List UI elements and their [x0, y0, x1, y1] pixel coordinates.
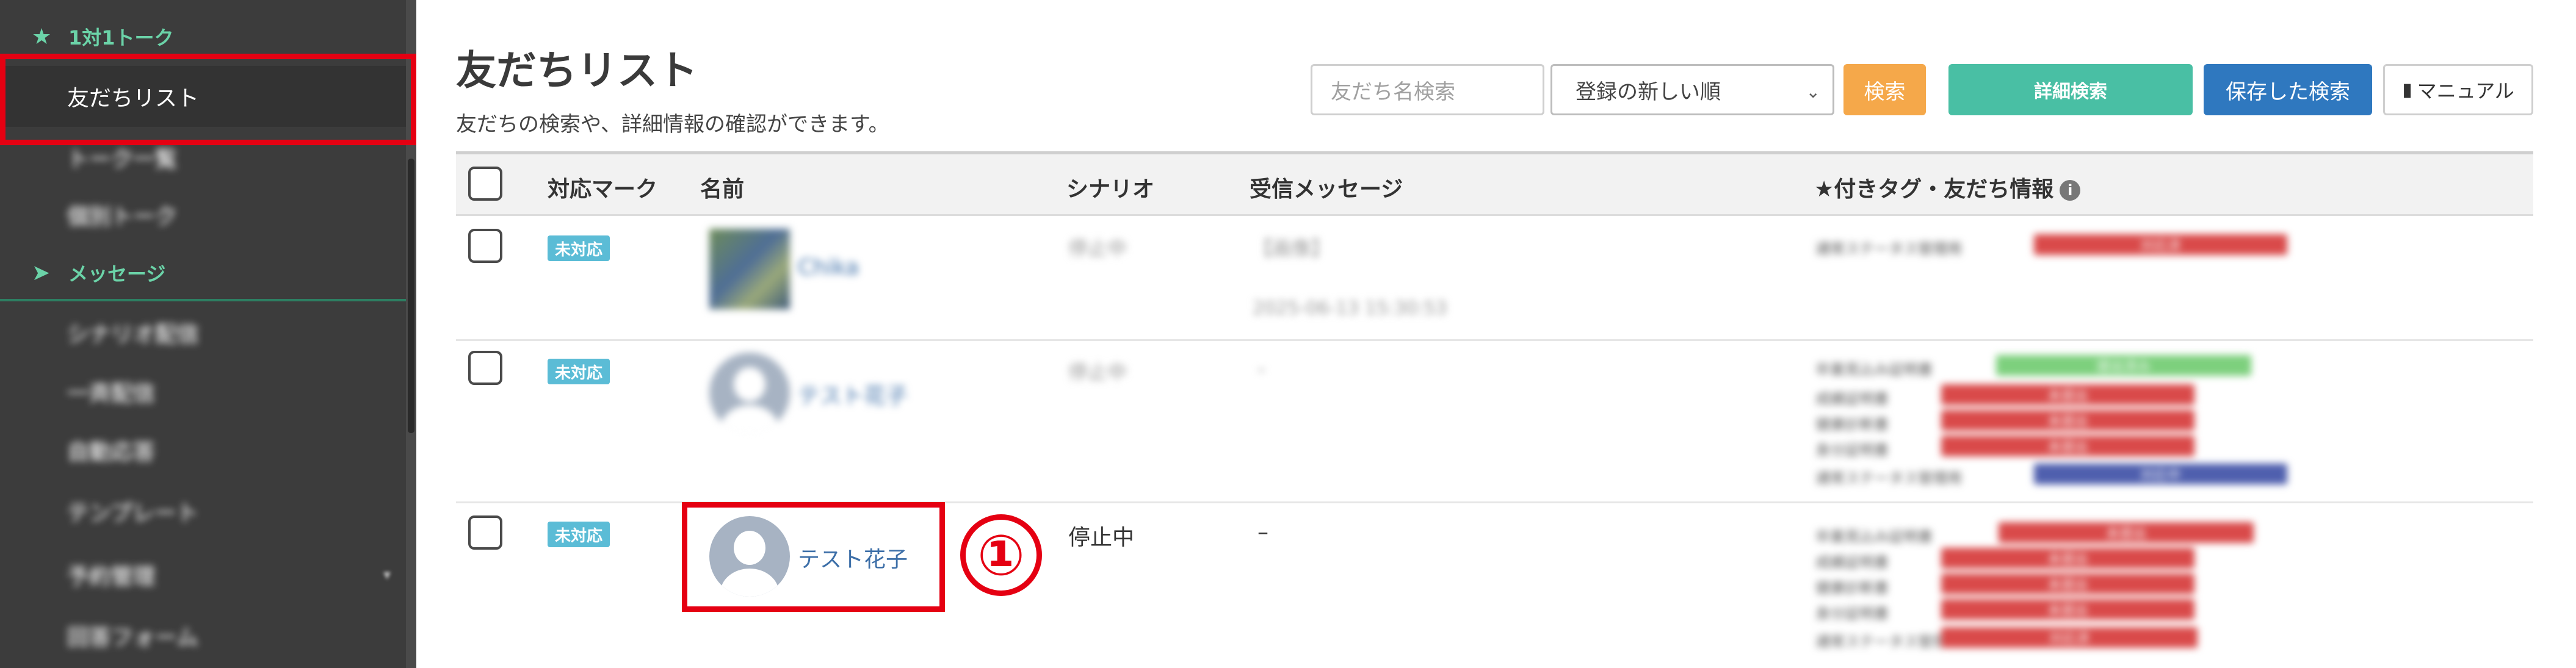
sort-select[interactable]: 登録の新しい順 ⌄	[1550, 64, 1834, 115]
status-badge[interactable]: 未対応	[548, 235, 610, 261]
sidebar-item-label: 回答フォーム	[67, 625, 198, 650]
tag-value-bar[interactable]: 対応済	[1941, 627, 2198, 648]
friend-name-link[interactable]: Chika	[798, 255, 859, 280]
sidebar-item-auto-reply[interactable]: 自動応答	[0, 420, 406, 481]
scenario-status: 停止中	[1068, 361, 1127, 384]
select-all-checkbox[interactable]	[468, 167, 502, 201]
row-divider	[456, 339, 2533, 341]
row-checkbox[interactable]	[468, 515, 502, 550]
status-badge[interactable]: 未対応	[548, 522, 610, 547]
star-icon: ★	[32, 24, 52, 49]
saved-search-button[interactable]: 保存した検索	[2204, 64, 2372, 115]
status-badge[interactable]: 未対応	[548, 359, 610, 384]
tag-value-bar[interactable]: 未提出	[1941, 384, 2194, 405]
scenario-status: 停止中	[1068, 237, 1127, 260]
header-mark: 対応マーク	[548, 177, 658, 202]
header-tags-label: ★付きタグ・友だち情報	[1814, 177, 2054, 202]
manual-button[interactable]: ▮ マニュアル	[2383, 64, 2533, 115]
tag-label: 通常ステータス管理用	[1815, 240, 1962, 257]
sidebar-scrollbar-thumb[interactable]	[408, 159, 414, 433]
chevron-down-icon: ⌄	[1806, 82, 1820, 102]
sidebar-item-reservation[interactable]: 予約管理 ▾	[0, 544, 406, 605]
message-preview: –	[1257, 520, 1268, 545]
tag-value-bar[interactable]: 未提出	[1941, 410, 2194, 431]
tag-value-bar[interactable]: 未提出	[1941, 573, 2194, 594]
search-button-label: 検索	[1864, 79, 1906, 104]
tag-value-bar[interactable]: 未提出	[1941, 436, 2194, 456]
tag-value-bar[interactable]: 未提出	[1941, 599, 2194, 620]
header-name: 名前	[700, 177, 745, 202]
tag-label: 卒業見込み証明書	[1815, 361, 1933, 378]
message-timestamp: 2025-06-13 15:30:53	[1253, 298, 1447, 319]
sidebar-section-message[interactable]: ➤ メッセージ	[0, 239, 406, 306]
friend-name-link[interactable]: テスト花子	[798, 378, 908, 410]
friend-name-search-input[interactable]: 友だち名検索	[1311, 64, 1544, 115]
sidebar-item-scenario[interactable]: シナリオ配信	[0, 302, 406, 363]
sidebar-item-label: 自動応答	[67, 440, 156, 465]
info-icon[interactable]: i	[2060, 180, 2081, 201]
avatar	[709, 353, 790, 433]
send-icon: ➤	[32, 260, 51, 286]
tag-value-bar[interactable]: 未提出	[1941, 548, 2194, 569]
avatar	[709, 229, 790, 309]
saved-search-label: 保存した検索	[2226, 79, 2350, 104]
tag-value-bar[interactable]: 対応中	[2034, 464, 2287, 484]
chevron-down-icon: ▾	[383, 566, 391, 583]
message-preview: 【画像】	[1253, 237, 1331, 260]
sidebar-item-label: 個別トーク	[67, 204, 178, 229]
tag-label: 卒業見込み証明書	[1815, 528, 1933, 545]
tag-value-bar[interactable]: 未提出	[1999, 522, 2254, 543]
detail-search-label: 詳細検索	[2034, 81, 2107, 102]
tag-label: 成績証明書	[1815, 390, 1889, 408]
sidebar-section-label: メッセージ	[68, 262, 166, 286]
sort-selected-value: 登録の新しい順	[1576, 79, 1721, 104]
sidebar-item-label: テンプレート	[67, 501, 198, 526]
manual-label: マニュアル	[2417, 79, 2514, 102]
row-checkbox[interactable]	[468, 351, 502, 385]
highlight-box-sidebar	[0, 54, 416, 145]
sidebar-section-label: 1対1トーク	[68, 26, 174, 49]
table-header: 対応マーク 名前 シナリオ 受信メッセージ ★付きタグ・友だち情報 i	[456, 151, 2533, 216]
detail-search-button[interactable]: 詳細検索	[1948, 64, 2193, 115]
header-message: 受信メッセージ	[1250, 177, 1403, 202]
tag-label: 通常ステータス管理用	[1815, 633, 1962, 650]
sidebar-item-label: 予約管理	[67, 564, 156, 589]
tag-label: 健康診断書	[1815, 416, 1889, 433]
scenario-status: 停止中	[1068, 525, 1135, 550]
tag-label: 成績証明書	[1815, 554, 1889, 571]
header-tags: ★付きタグ・友だち情報 i	[1814, 171, 2081, 203]
step-marker-1: ①	[960, 514, 1042, 596]
sidebar-item-individual-talk[interactable]: 個別トーク	[0, 184, 406, 245]
message-preview: -	[1257, 357, 1265, 382]
tag-label: 健康診断書	[1815, 580, 1889, 597]
tag-value-bar[interactable]: 対応済	[2034, 234, 2287, 255]
page-subtitle: 友だちの検索や、詳細情報の確認ができます。	[456, 112, 889, 137]
sidebar-item-label: トーク一覧	[67, 147, 178, 172]
section-divider	[0, 299, 406, 301]
page-title: 友だちリスト	[456, 47, 698, 94]
sidebar-item-template[interactable]: テンプレート	[0, 481, 406, 542]
header-scenario: シナリオ	[1066, 177, 1155, 202]
tag-value-bar[interactable]: 提出済み	[1996, 355, 2251, 376]
book-icon: ▮	[2402, 79, 2412, 101]
sidebar-item-label: シナリオ配信	[67, 322, 200, 347]
search-button[interactable]: 検索	[1843, 64, 1926, 115]
sidebar-item-broadcast[interactable]: 一斉配信	[0, 361, 406, 422]
sidebar-item-label: 一斉配信	[67, 381, 156, 406]
sidebar-item-answer-form[interactable]: 回答フォーム	[0, 605, 406, 666]
tag-label: 身分証明書	[1815, 442, 1889, 459]
tag-label: 通常ステータス管理用	[1815, 470, 1962, 487]
search-placeholder: 友だち名検索	[1331, 79, 1455, 104]
tag-label: 身分証明書	[1815, 605, 1889, 622]
highlight-box-friend-name	[682, 502, 945, 612]
row-checkbox[interactable]	[468, 229, 502, 263]
